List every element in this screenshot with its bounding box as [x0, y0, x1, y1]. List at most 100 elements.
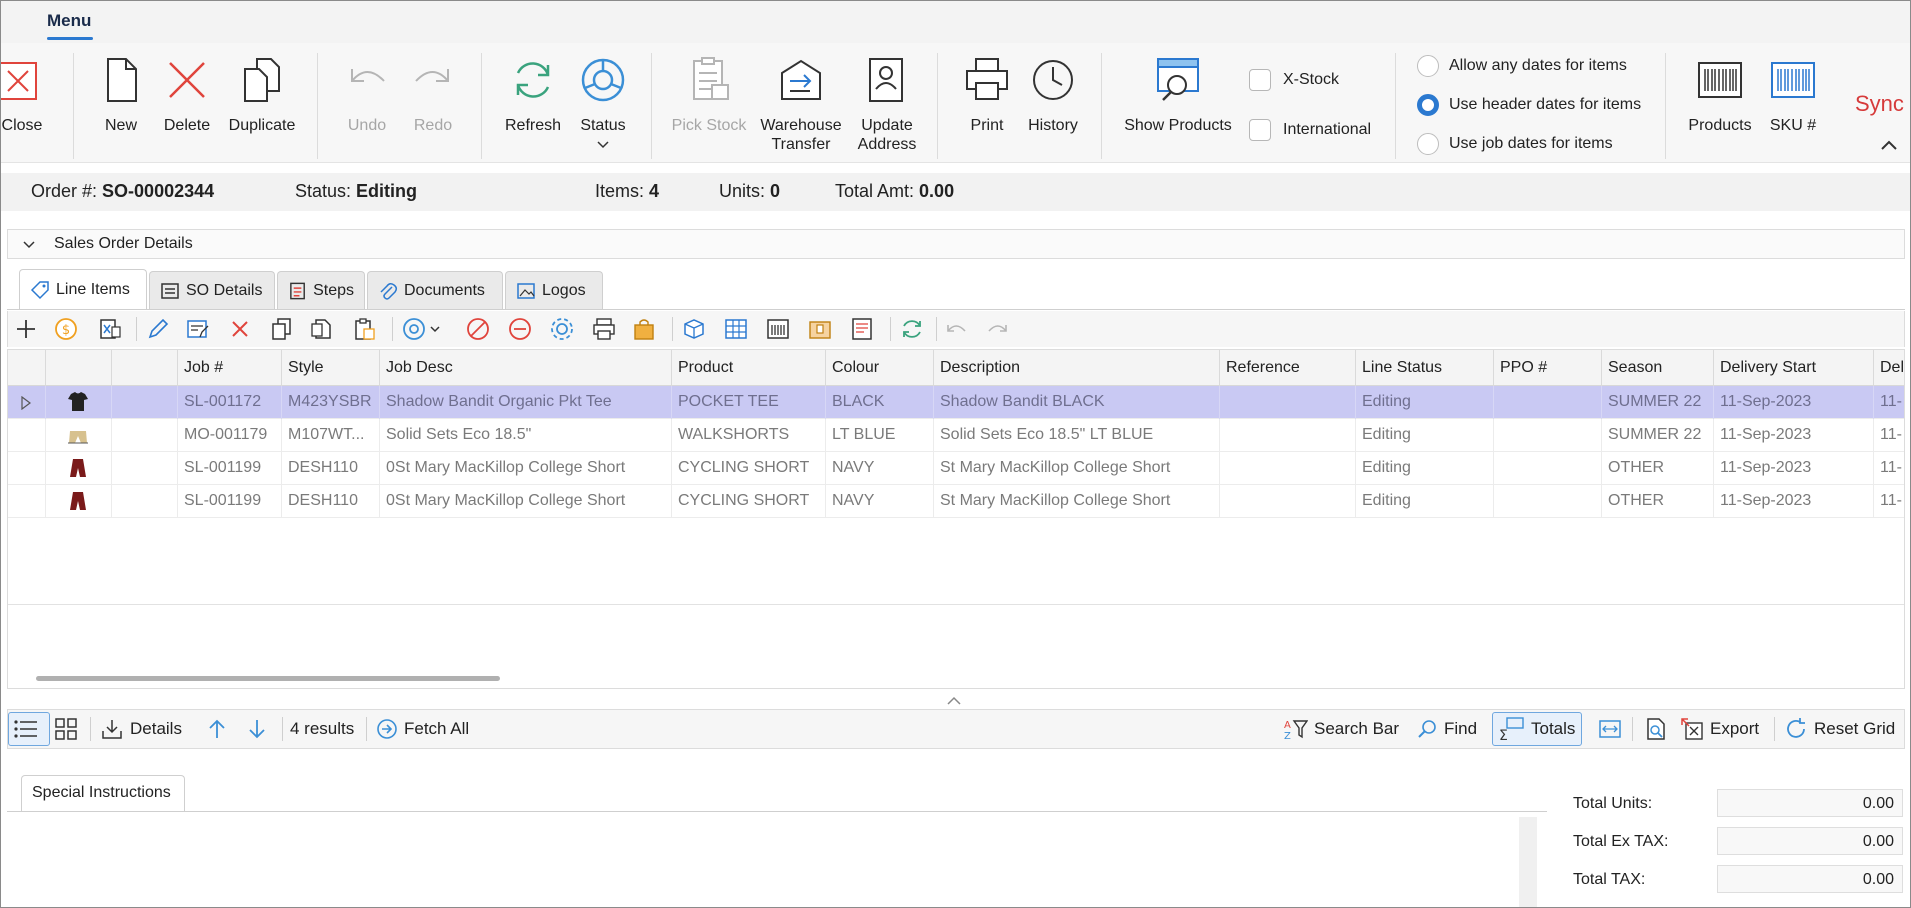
row-expander[interactable]: [8, 419, 46, 452]
cell-product[interactable]: CYCLING SHORT: [672, 485, 826, 518]
column-header-reference[interactable]: Reference: [1220, 350, 1356, 386]
special-instructions-textarea[interactable]: [7, 811, 1547, 907]
cell-reference[interactable]: [1220, 419, 1356, 452]
tab-special-instructions[interactable]: Special Instructions: [21, 775, 185, 811]
tab-documents[interactable]: Documents: [367, 271, 503, 309]
cancel-icon[interactable]: [466, 317, 490, 341]
table-row[interactable]: SL-001172 M423YSBR Shadow Bandit Organic P…: [8, 386, 1904, 419]
cell-line-status[interactable]: Editing: [1356, 452, 1494, 485]
row-expander[interactable]: [8, 485, 46, 518]
cell-ppo[interactable]: [1494, 419, 1602, 452]
column-header-delivery-start[interactable]: Delivery Start: [1714, 350, 1874, 386]
update-address-button[interactable]: Update Address: [857, 43, 917, 163]
cell-delivery-start[interactable]: 11-Sep-2023: [1714, 419, 1874, 452]
cell-description[interactable]: St Mary MacKillop College Short: [934, 485, 1220, 518]
redo-icon[interactable]: [986, 317, 1010, 341]
cell-product[interactable]: WALKSHORTS: [672, 419, 826, 452]
add-icon[interactable]: [14, 317, 38, 341]
cell-job[interactable]: MO-001179: [178, 419, 282, 452]
column-header-delivery-end[interactable]: Del: [1874, 350, 1904, 386]
column-header-colour[interactable]: Colour: [826, 350, 934, 386]
cell-reference[interactable]: [1220, 386, 1356, 419]
cell-job-desc[interactable]: Solid Sets Eco 18.5": [380, 419, 672, 452]
cell-description[interactable]: Shadow Bandit BLACK: [934, 386, 1220, 419]
duplicate-button[interactable]: Duplicate: [225, 43, 299, 163]
cell-ppo[interactable]: [1494, 485, 1602, 518]
cell-reference[interactable]: [1220, 485, 1356, 518]
size-grid-icon[interactable]: [724, 317, 748, 341]
column-header-product[interactable]: Product: [672, 350, 826, 386]
tab-so-details[interactable]: SO Details: [149, 271, 275, 309]
status-change-icon[interactable]: [402, 317, 426, 341]
undo-icon[interactable]: [944, 317, 968, 341]
copy-document-icon[interactable]: [310, 317, 334, 341]
cell-colour[interactable]: BLACK: [826, 386, 934, 419]
column-header-season[interactable]: Season: [1602, 350, 1714, 386]
copy-icon[interactable]: [270, 317, 294, 341]
cell-line-status[interactable]: Editing: [1356, 386, 1494, 419]
print-preview-icon[interactable]: [1644, 717, 1668, 741]
details-button[interactable]: Details: [100, 710, 182, 748]
cell-ppo[interactable]: [1494, 386, 1602, 419]
cell-job-desc[interactable]: 0St Mary MacKillop College Short: [380, 485, 672, 518]
cell-season[interactable]: SUMMER 22: [1602, 419, 1714, 452]
row-expander[interactable]: [8, 386, 46, 419]
remove-icon[interactable]: [508, 317, 532, 341]
search-bar-button[interactable]: AZ Search Bar: [1284, 710, 1399, 748]
delete-row-icon[interactable]: [228, 317, 252, 341]
archive-icon[interactable]: [808, 317, 832, 341]
paste-icon[interactable]: [352, 317, 376, 341]
cell-job[interactable]: SL-001199: [178, 452, 282, 485]
collapse-ribbon-chevron-up-icon[interactable]: [1877, 133, 1901, 157]
undo-button[interactable]: Undo: [341, 43, 393, 163]
history-button[interactable]: History: [1025, 43, 1081, 163]
list-view-toggle[interactable]: [8, 712, 50, 746]
refresh-icon[interactable]: [900, 317, 924, 341]
warehouse-transfer-button[interactable]: Warehouse Transfer: [760, 43, 842, 163]
reset-grid-button[interactable]: Reset Grid: [1784, 710, 1895, 748]
international-checkbox-box[interactable]: [1249, 119, 1271, 141]
move-down-arrow-icon[interactable]: [246, 718, 268, 740]
edit-form-icon[interactable]: [186, 317, 210, 341]
pick-stock-button[interactable]: Pick Stock: [672, 43, 746, 163]
cell-colour[interactable]: NAVY: [826, 485, 934, 518]
radio-use-header-dates[interactable]: Use header dates for items: [1417, 94, 1641, 116]
cell-line-status[interactable]: Editing: [1356, 419, 1494, 452]
tab-logos[interactable]: Logos: [505, 271, 603, 309]
menu-tab[interactable]: Menu: [47, 11, 91, 31]
column-header-job-desc[interactable]: Job Desc: [380, 350, 672, 386]
cell-season[interactable]: SUMMER 22: [1602, 386, 1714, 419]
column-header-description[interactable]: Description: [934, 350, 1220, 386]
cell-style[interactable]: DESH110: [282, 452, 380, 485]
column-header-ppo[interactable]: PPO #: [1494, 350, 1602, 386]
chevron-down-icon[interactable]: [428, 317, 442, 341]
cell-product[interactable]: POCKET TEE: [672, 386, 826, 419]
cell-del[interactable]: 11-: [1874, 452, 1904, 485]
fetch-all-button[interactable]: Fetch All: [376, 710, 469, 748]
cell-season[interactable]: OTHER: [1602, 485, 1714, 518]
cell-line-status[interactable]: Editing: [1356, 485, 1494, 518]
move-up-arrow-icon[interactable]: [206, 718, 228, 740]
tab-line-items[interactable]: Line Items: [19, 269, 147, 309]
card-view-toggle[interactable]: [54, 710, 84, 748]
cell-delivery-start[interactable]: 11-Sep-2023: [1714, 485, 1874, 518]
sku-barcode-button[interactable]: SKU #: [1765, 43, 1821, 163]
table-row[interactable]: SL-001199 DESH110 0St Mary MacKillop Colle…: [8, 452, 1904, 485]
tab-steps[interactable]: Steps: [277, 271, 365, 309]
package-icon[interactable]: [682, 317, 706, 341]
cell-style[interactable]: M107WT...: [282, 419, 380, 452]
settings-gear-icon[interactable]: [550, 317, 574, 341]
find-button[interactable]: Find: [1416, 710, 1477, 748]
radio-allow-any-dates[interactable]: Allow any dates for items: [1417, 55, 1627, 77]
radio-use-job-dates[interactable]: Use job dates for items: [1417, 133, 1613, 155]
report-icon[interactable]: [850, 317, 874, 341]
cell-del[interactable]: 11-: [1874, 485, 1904, 518]
redo-button[interactable]: Redo: [407, 43, 459, 163]
radio-dot[interactable]: [1417, 55, 1439, 77]
cell-reference[interactable]: [1220, 452, 1356, 485]
row-expander[interactable]: [8, 452, 46, 485]
excel-import-icon[interactable]: [98, 317, 122, 341]
cell-job[interactable]: SL-001172: [178, 386, 282, 419]
special-instructions-scrollbar[interactable]: [1519, 817, 1537, 907]
cell-season[interactable]: OTHER: [1602, 452, 1714, 485]
